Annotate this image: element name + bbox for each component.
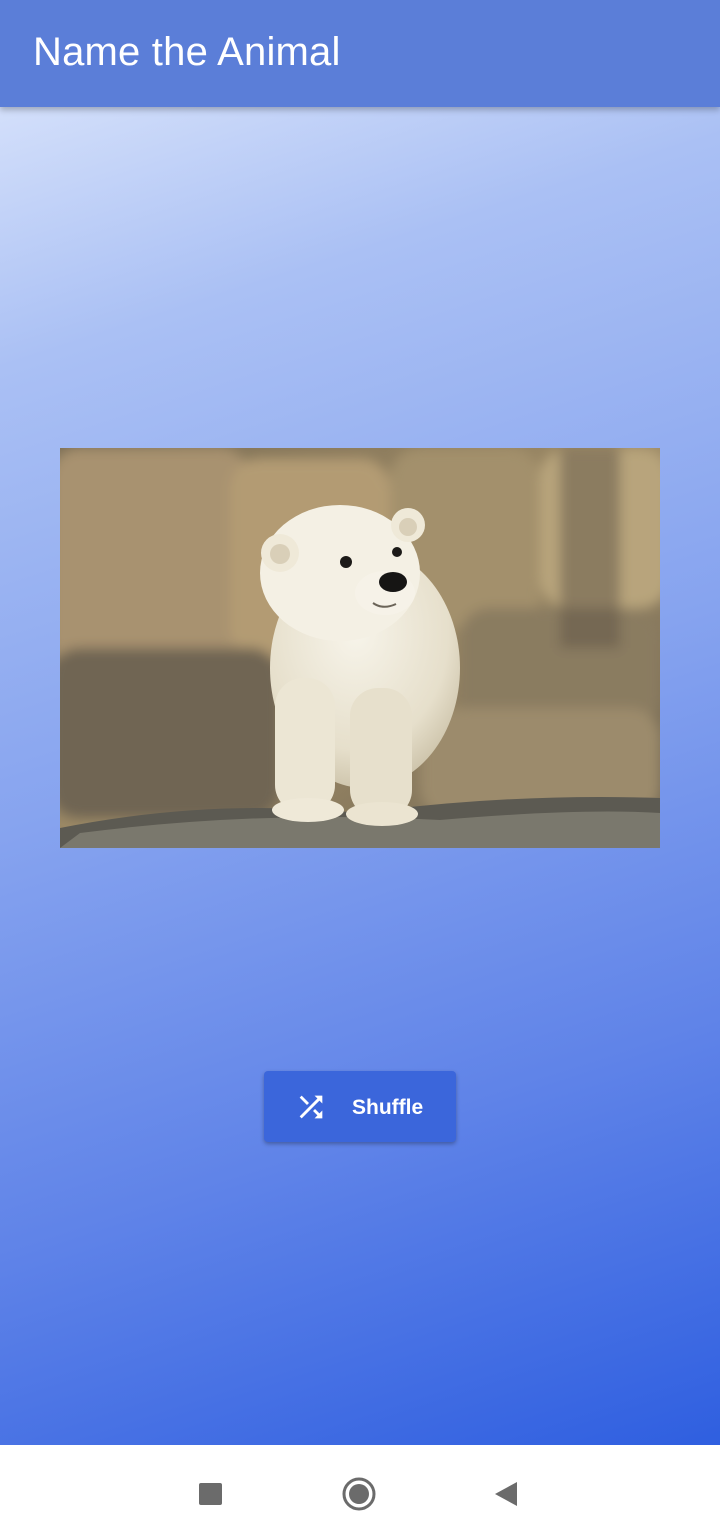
recents-icon[interactable] — [199, 1483, 222, 1505]
shuffle-icon — [299, 1095, 323, 1119]
page-title: Name the Animal — [33, 30, 341, 74]
shuffle-button[interactable]: Shuffle — [264, 1071, 456, 1142]
home-icon[interactable] — [342, 1477, 376, 1511]
animal-image — [60, 448, 660, 848]
shuffle-button-label: Shuffle — [352, 1096, 424, 1119]
back-icon[interactable] — [493, 1481, 518, 1507]
app-screen: Name the Animal Shuffle — [0, 0, 720, 1522]
app-bar: Name the Animal — [0, 0, 720, 107]
